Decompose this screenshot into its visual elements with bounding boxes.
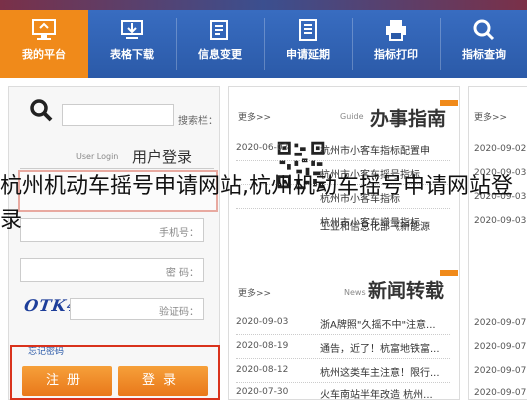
list-item-date: 2020-06-03 [236, 143, 289, 153]
nav-item-label: 信息变更 [198, 48, 242, 61]
list-item[interactable]: 2020-08-19 通告，近了！杭富地铁富... [236, 338, 456, 358]
captcha-label: 验证码： [159, 307, 199, 318]
captcha-image[interactable]: OTK4 [22, 296, 81, 318]
nav-item-label: 指标打印 [374, 48, 418, 61]
guide-english-label: Guide [340, 112, 364, 121]
news-section-title: 新闻转载 [368, 280, 445, 302]
list-item[interactable]: 2020-07-30 火车南站半年改造 杭州... [236, 384, 456, 400]
nav-item-apply-extension[interactable]: 申请延期 [264, 10, 352, 78]
password-field[interactable]: 密 码： [20, 258, 204, 282]
document-icon [299, 19, 317, 41]
list-item-date: 2020-09-03 [236, 317, 289, 327]
section-accent [440, 100, 458, 106]
nav-item-form-download[interactable]: 表格下载 [88, 10, 176, 78]
list-item[interactable]: 2020-09-03 浙A牌照"久摇不中"注意... [236, 314, 456, 334]
nav-item-label: 我的平台 [22, 48, 66, 61]
list-item-date: 2020-08-12 [236, 365, 289, 375]
right-list-date: 2020-09-07 [474, 366, 527, 376]
printer-icon [386, 20, 406, 41]
right-list-date: 2020-09-02 [474, 144, 527, 154]
list-item-date: 2020-08-19 [236, 341, 289, 351]
right-list-date: 2020-09-07 [474, 318, 527, 328]
divider [236, 160, 450, 161]
list-item-title: 杭州市小客车指标配置申 [320, 146, 430, 157]
search-icon [473, 19, 495, 41]
news-english-label: News [344, 288, 366, 297]
right-list-date: 2020-09-07 [474, 388, 527, 398]
nav-item-label: 表格下载 [110, 48, 154, 61]
divider [20, 168, 214, 169]
nav-item-my-platform[interactable]: 我的平台 [0, 10, 88, 78]
overlay-caption: 杭州机动车摇号申请网站,杭州机动车摇号申请网站登录 [0, 174, 513, 233]
section-accent [440, 270, 458, 276]
right-list-date: 2020-09-07 [474, 342, 527, 352]
guide-section-title: 办事指南 [370, 108, 447, 130]
right-more-link[interactable]: 更多>> [474, 110, 507, 123]
login-button[interactable]: 登录 [118, 366, 208, 396]
nav-item-info-change[interactable]: 信息变更 [176, 10, 264, 78]
search-label: 搜索栏： [178, 116, 218, 127]
nav-item-label: 申请延期 [286, 48, 330, 61]
list-item-date: 2020-07-30 [236, 387, 289, 397]
list-item-title: 浙A牌照"久摇不中"注意... [320, 320, 436, 331]
top-banner-strip [0, 0, 527, 10]
edit-icon [210, 20, 228, 40]
divider [236, 382, 450, 383]
list-item-title: 杭州这类车主注意！限行... [320, 368, 440, 379]
nav-item-label: 指标查询 [462, 48, 506, 61]
nav-item-print-quota[interactable]: 指标打印 [352, 10, 440, 78]
login-title: 用户登录 [132, 148, 193, 166]
list-item[interactable]: 2020-08-12 杭州这类车主注意！限行... [236, 362, 456, 382]
search-icon[interactable] [28, 98, 56, 124]
login-subtitle: User Login [76, 152, 119, 161]
list-item-title: 通告，近了！杭富地铁富... [320, 344, 440, 355]
divider [236, 334, 450, 335]
download-icon [121, 20, 143, 39]
list-item-title: 火车南站半年改造 杭州... [320, 390, 433, 400]
captcha-field[interactable]: 验证码： [70, 298, 204, 320]
nav-item-query-quota[interactable]: 指标查询 [440, 10, 527, 78]
right-content-panel [468, 86, 527, 400]
password-label: 密 码： [165, 268, 199, 279]
news-more-link[interactable]: 更多>> [238, 286, 271, 299]
divider [236, 358, 450, 359]
register-button[interactable]: 注册 [22, 366, 112, 396]
list-item[interactable]: 2020-06-03 杭州市小客车指标配置申 [236, 140, 456, 160]
monitor-icon [32, 19, 56, 40]
guide-more-link[interactable]: 更多>> [238, 110, 271, 123]
search-input[interactable] [62, 104, 174, 126]
